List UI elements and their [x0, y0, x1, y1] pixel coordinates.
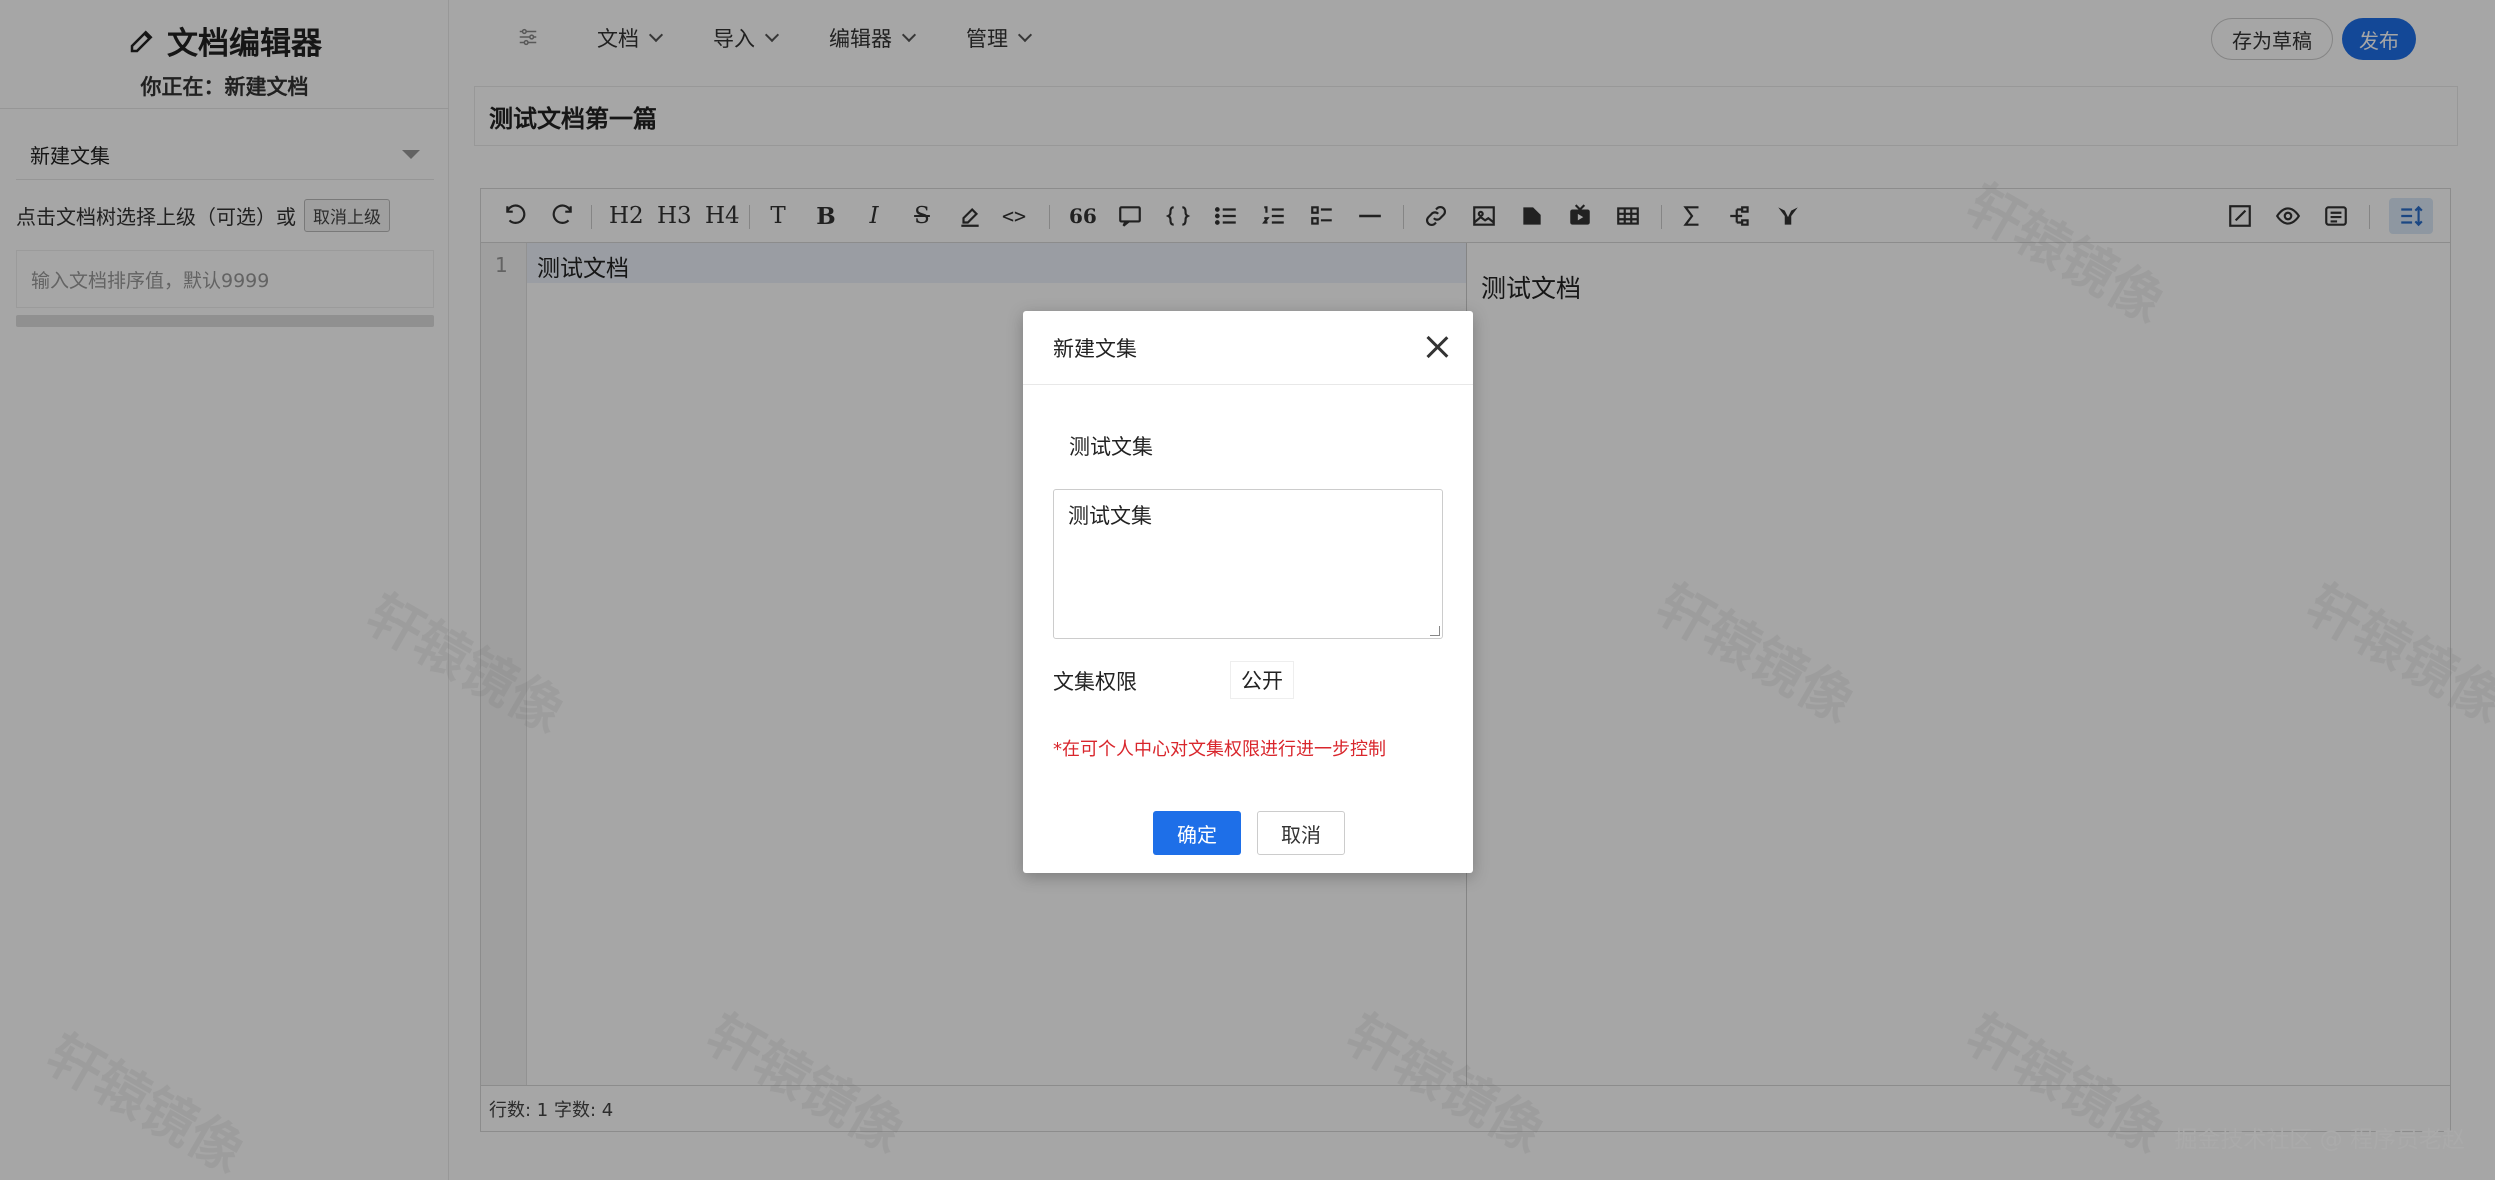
permission-label: 文集权限 [1053, 670, 1137, 694]
modal-header: 新建文集 [1023, 311, 1473, 385]
permission-note: *在可个人中心对文集权限进行进一步控制 [1053, 739, 1386, 760]
confirm-button[interactable]: 确定 [1153, 811, 1241, 855]
cancel-button[interactable]: 取消 [1257, 811, 1345, 855]
footer-credit: 掘金技术社区 @ 程序员老赵 [2174, 1127, 2465, 1153]
resize-handle-icon[interactable] [1430, 626, 1440, 636]
close-icon[interactable] [1425, 335, 1449, 359]
collection-name-input[interactable]: 测试文集 [1069, 431, 1153, 461]
new-collection-modal: 新建文集 测试文集 测试文集 文集权限 公开 *在可个人中心对文集权限进行进一步… [1023, 311, 1473, 873]
modal-title: 新建文集 [1053, 336, 1137, 361]
collection-description-textarea[interactable]: 测试文集 [1053, 489, 1443, 639]
collection-description-text: 测试文集 [1068, 504, 1152, 528]
permission-select[interactable]: 公开 [1230, 661, 1294, 699]
